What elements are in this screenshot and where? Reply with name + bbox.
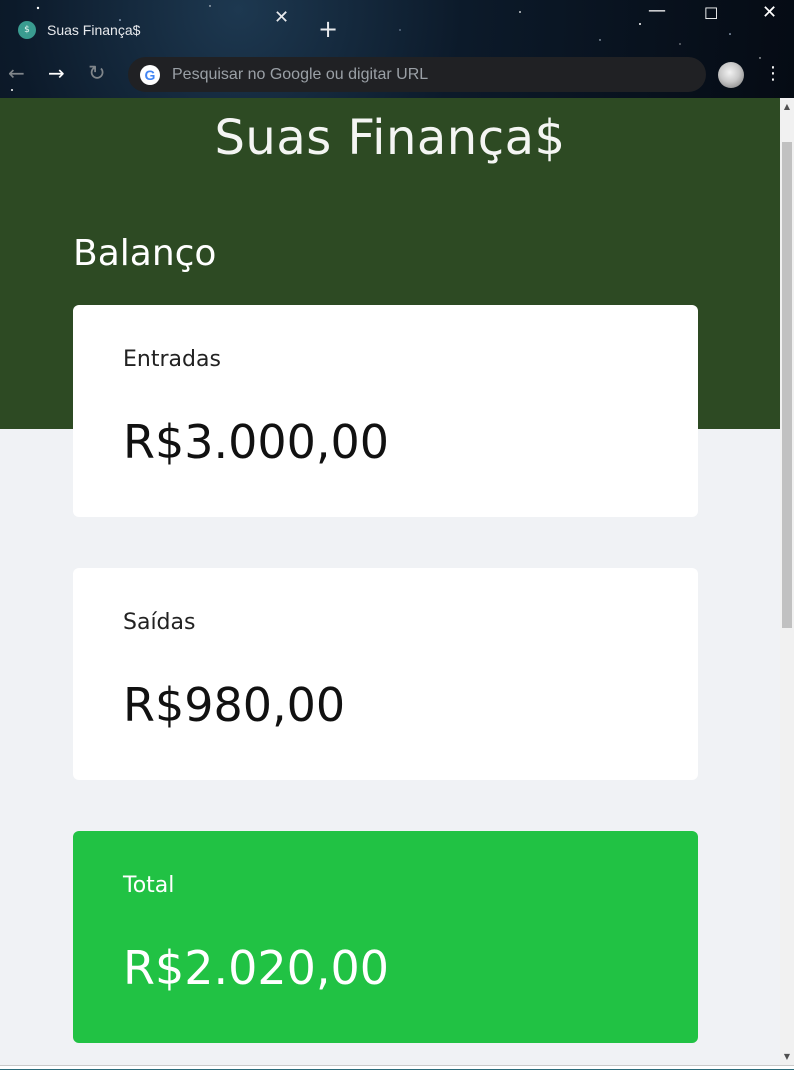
income-card-label: Entradas: [123, 347, 221, 372]
page-scrollbar[interactable]: ▲ ▼: [780, 98, 794, 1065]
maximize-icon[interactable]: ☐: [704, 4, 718, 23]
browser-tab[interactable]: $ Suas Finança$: [8, 12, 298, 48]
total-card-label: Total: [123, 873, 175, 898]
expense-card-label: Saídas: [123, 610, 196, 635]
address-bar[interactable]: G: [128, 57, 706, 92]
money-icon: $: [18, 21, 36, 39]
scroll-up-icon[interactable]: ▲: [780, 98, 794, 115]
browser-toolbar: ← → ↻ G ⋮: [0, 52, 794, 98]
total-card-value: R$2.020,00: [123, 941, 390, 995]
back-arrow-icon[interactable]: ←: [8, 62, 25, 84]
expense-card-value: R$980,00: [123, 678, 346, 732]
window-close-icon[interactable]: ✕: [762, 2, 777, 23]
browser-menu-icon[interactable]: ⋮: [764, 64, 782, 84]
income-card-value: R$3.000,00: [123, 415, 390, 469]
total-card: Total R$2.020,00: [73, 831, 698, 1043]
new-tab-icon[interactable]: +: [318, 17, 338, 41]
scrollbar-thumb[interactable]: [782, 142, 792, 628]
app-logo: Suas Finança$: [214, 110, 566, 166]
google-icon: G: [140, 64, 160, 85]
tab-title: Suas Finança$: [47, 22, 141, 38]
browser-chrome: $ Suas Finança$ ✕ + — ☐ ✕ ← → ↻ G ⋮: [0, 0, 794, 98]
address-input[interactable]: [170, 64, 670, 85]
forward-arrow-icon[interactable]: →: [48, 62, 65, 84]
minimize-icon[interactable]: —: [648, 0, 666, 21]
income-card: Entradas R$3.000,00: [73, 305, 698, 517]
expense-card: Saídas R$980,00: [73, 568, 698, 780]
divider: [0, 1069, 794, 1070]
tab-close-icon[interactable]: ✕: [274, 9, 289, 27]
scroll-down-icon[interactable]: ▼: [780, 1048, 794, 1065]
page-content: Suas Finança$ Balanço Entradas R$3.000,0…: [0, 98, 780, 1065]
horizontal-scrollbar: [0, 1065, 794, 1073]
profile-avatar[interactable]: [718, 62, 744, 88]
section-title: Balanço: [73, 233, 217, 274]
reload-icon[interactable]: ↻: [88, 62, 106, 84]
